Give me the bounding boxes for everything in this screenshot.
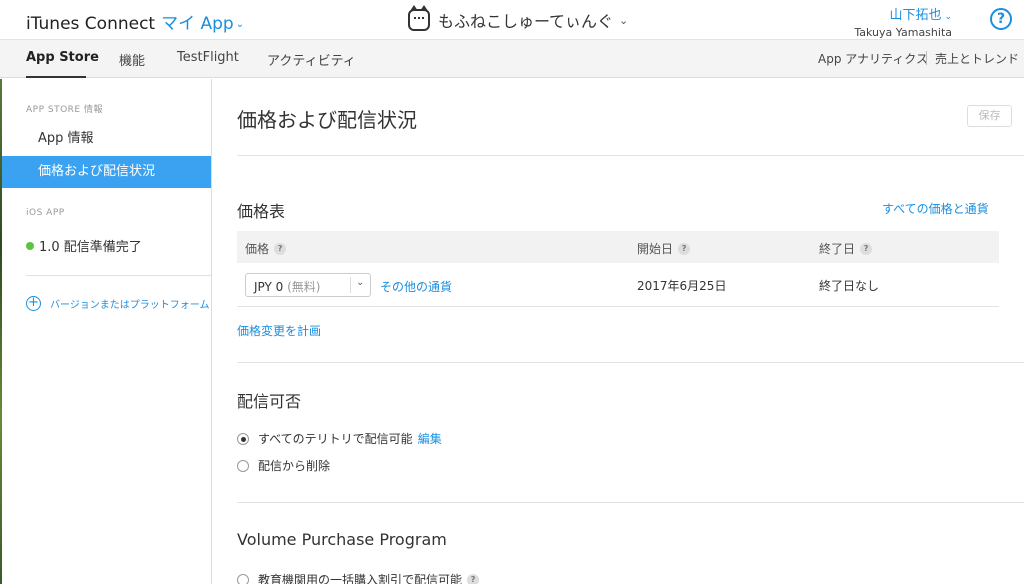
top-bar: iTunes Connect マイ App ⌄ もふねこしゅーてぃんぐ ⌄ 山下拓也…: [0, 0, 1024, 40]
active-tab-indicator: [26, 76, 86, 78]
brand-title: iTunes Connect: [26, 14, 156, 34]
app-switcher[interactable]: もふねこしゅーてぃんぐ ⌄: [408, 5, 629, 32]
my-app-menu[interactable]: マイ App ⌄: [161, 14, 244, 34]
help-icon[interactable]: ?: [990, 8, 1012, 30]
user-name: 山下拓也: [889, 8, 942, 23]
header-price: 価格?: [245, 240, 287, 257]
main-content: 価格および配信状況 保存 価格表 すべての価格と通貨 価格? 開始日? 終了日?…: [212, 79, 1024, 584]
nav-separator: [926, 51, 927, 65]
tab-activity[interactable]: アクティビティ: [267, 50, 356, 69]
user-romaji: Takuya Yamashita: [854, 26, 952, 39]
sales-trends-link[interactable]: 売上とトレンド: [935, 50, 1019, 67]
chevron-down-icon: ⌄: [619, 13, 629, 27]
divider: [237, 362, 1024, 363]
radio-education-discount[interactable]: 教育機関用の一括購入割引で配信可能 ?: [237, 571, 480, 584]
brand: iTunes Connect マイ App ⌄: [26, 9, 244, 34]
chevron-down-icon: ⌄: [356, 277, 365, 288]
header-end-date: 終了日?: [819, 240, 873, 257]
sidebar-heading-ios: iOS APP: [26, 208, 65, 218]
add-platform-button[interactable]: + バージョンまたはプラットフォーム: [26, 296, 210, 311]
ios-version-label: 1.0 配信準備完了: [39, 240, 142, 255]
chevron-down-icon: ⌄: [944, 12, 952, 22]
other-currency-link[interactable]: その他の通貨: [380, 278, 452, 295]
user-menu[interactable]: 山下拓也 ⌄ Takuya Yamashita: [854, 4, 952, 39]
main-nav: App Store 機能 TestFlight アクティビティ App アナリテ…: [0, 40, 1024, 78]
app-name: もふねこしゅーてぃんぐ: [438, 12, 614, 31]
sidebar-item-ios-version[interactable]: 1.0 配信準備完了: [26, 236, 142, 255]
price-table-header: 価格? 開始日? 終了日?: [237, 231, 999, 263]
window-edge: [0, 79, 2, 584]
plan-price-change-link[interactable]: 価格変更を計画: [237, 322, 321, 339]
chevron-down-icon: ⌄: [235, 19, 245, 30]
radio-remove-from-sale[interactable]: 配信から削除: [237, 457, 330, 474]
sidebar: APP STORE 情報 App 情報 価格および配信状況 iOS APP 1.…: [0, 79, 212, 584]
sidebar-divider: [26, 275, 211, 276]
start-date-value: 2017年6月25日: [637, 279, 727, 293]
all-prices-link[interactable]: すべての価格と通貨: [882, 200, 989, 217]
radio-all-territories[interactable]: すべてのテリトリで配信可能 編集: [237, 430, 442, 447]
table-row: JPY 0 (無料) ⌄ その他の通貨 2017年6月25日 終了日なし: [237, 263, 999, 307]
question-icon[interactable]: ?: [274, 242, 287, 255]
page-title: 価格および配信状況: [237, 108, 417, 132]
tab-app-store[interactable]: App Store: [26, 50, 99, 65]
add-platform-label: バージョンまたはプラットフォーム: [50, 300, 210, 311]
header-start-date: 開始日?: [637, 240, 691, 257]
question-icon[interactable]: ?: [860, 242, 873, 255]
divider: [237, 502, 1024, 503]
question-icon[interactable]: ?: [467, 573, 480, 584]
save-button[interactable]: 保存: [967, 105, 1012, 127]
question-icon[interactable]: ?: [678, 242, 691, 255]
radio-checked-icon[interactable]: [237, 432, 249, 445]
availability-section-title: 配信可否: [237, 392, 302, 411]
radio-unchecked-icon[interactable]: [237, 459, 249, 472]
vpp-section-title: Volume Purchase Program: [237, 530, 447, 549]
sidebar-item-pricing[interactable]: 価格および配信状況: [0, 156, 211, 188]
status-dot-icon: [26, 241, 34, 250]
divider: [237, 155, 1024, 156]
cat-app-icon: [408, 5, 430, 31]
sidebar-heading-app-store: APP STORE 情報: [26, 105, 103, 115]
price-tier-select[interactable]: JPY 0 (無料) ⌄: [245, 273, 371, 297]
app-analytics-link[interactable]: App アナリティクス: [818, 50, 928, 67]
end-date-value: 終了日なし: [819, 279, 880, 293]
plus-circle-icon: +: [26, 296, 41, 311]
tab-features[interactable]: 機能: [119, 50, 145, 69]
tab-testflight[interactable]: TestFlight: [177, 50, 239, 65]
sidebar-item-app-info[interactable]: App 情報: [0, 123, 211, 155]
radio-unchecked-icon[interactable]: [237, 573, 249, 584]
edit-territories-link[interactable]: 編集: [418, 430, 442, 447]
pricing-section-title: 価格表: [237, 202, 286, 221]
